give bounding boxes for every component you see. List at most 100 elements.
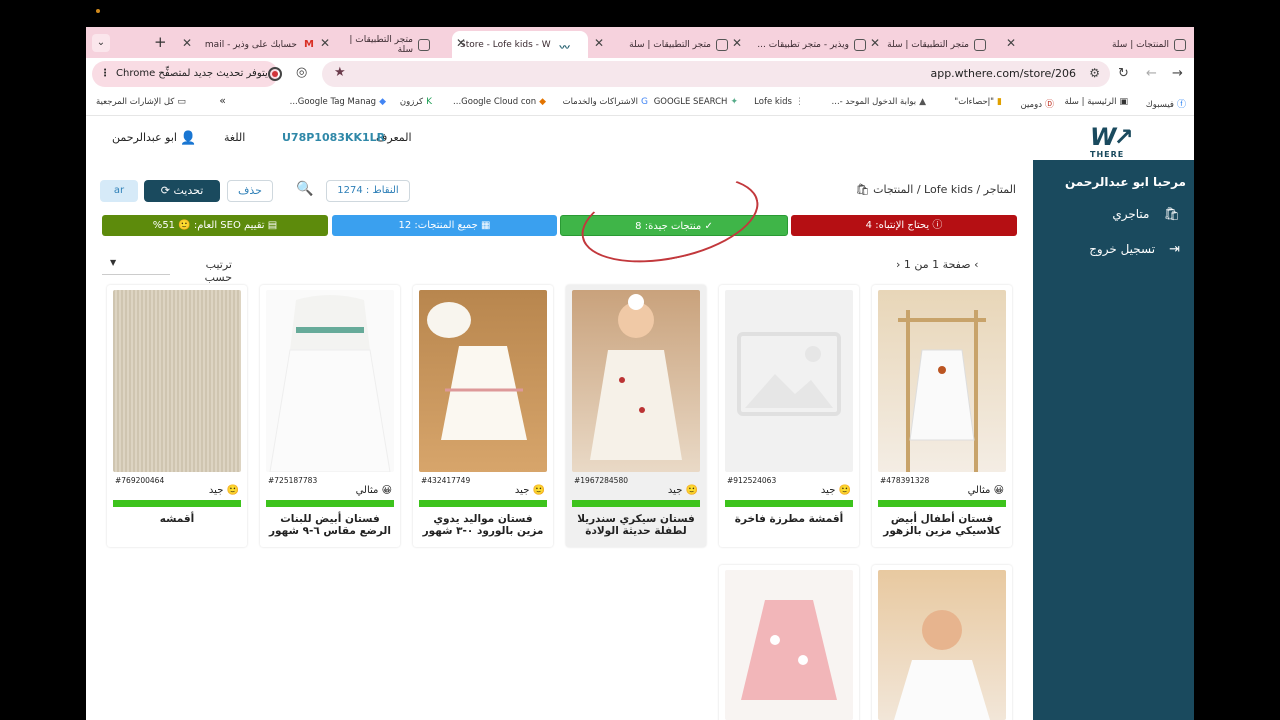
sidebar-item-my-stores[interactable]: 🛍متاجري xyxy=(1112,207,1180,222)
close-tab-icon[interactable]: ✕ xyxy=(732,36,742,50)
url-text: app.wthere.com/store/206 xyxy=(930,67,1076,80)
user-menu[interactable]: 👤 xyxy=(180,131,196,146)
bag-icon: 🛍 xyxy=(1163,207,1180,222)
lang-button[interactable]: ar xyxy=(100,180,138,202)
product-name: أقمشه xyxy=(159,513,195,525)
product-score-bar xyxy=(419,500,547,507)
bookmark[interactable]: ✦GOOGLE SEARCH xyxy=(654,97,738,107)
browser-window: ⌄ + المنتجات | سلة ✕ متجر التطبيقات | سل… xyxy=(86,27,1194,720)
tab-search-button[interactable]: ⌄ xyxy=(92,34,110,52)
facebook-icon: ⓕ xyxy=(1176,100,1186,110)
product-image xyxy=(113,290,241,472)
tab[interactable]: متجر التطبيقات | سلة xyxy=(334,31,430,58)
product-card[interactable]: #769200464 🙂 جيد أقمشه xyxy=(107,285,247,547)
product-card[interactable]: #478391328 😀 مثالي فستان أطفال أبيض كلاس… xyxy=(872,285,1012,547)
product-score-bar xyxy=(725,500,853,507)
refresh-icon: ⟳ xyxy=(160,184,170,197)
annotation-circle xyxy=(573,161,767,277)
next-page-icon[interactable]: › xyxy=(974,258,978,271)
tab[interactable]: متجر التطبيقات | سلة xyxy=(874,31,1002,58)
store-icon xyxy=(854,38,866,51)
product-score-bar xyxy=(266,500,394,507)
close-tab-icon[interactable]: ✕ xyxy=(870,36,880,50)
needs-attention-filter[interactable]: ⓘ يحتاج الإنتباه: 4 xyxy=(791,215,1017,236)
store-icon xyxy=(974,38,986,51)
close-tab-icon[interactable]: ✕ xyxy=(1006,36,1016,50)
product-card[interactable] xyxy=(872,565,1012,720)
all-products-filter[interactable]: ▦ جميع المنتجات: 12 xyxy=(332,215,557,236)
spark-icon: ✦ xyxy=(730,97,738,107)
product-grade: 🙂 جيد xyxy=(820,485,851,496)
bookmark[interactable]: Kكرزون xyxy=(400,97,432,107)
store-icon xyxy=(1174,38,1186,51)
tab[interactable]: M حسابك على وذير - mail xyxy=(202,31,314,58)
close-tab-icon[interactable]: ✕ xyxy=(182,36,192,50)
extension-icon[interactable]: ◎ xyxy=(296,65,307,80)
sidebar-item-logout[interactable]: ⇥تسجيل خروج xyxy=(1089,242,1180,257)
more-bookmarks-icon[interactable]: » xyxy=(219,94,226,107)
product-name: فستان مواليد يدوي مزين بالورود ٠-٣ شهور xyxy=(422,513,544,537)
tab[interactable]: ويذير - متجر تطبيقات ... xyxy=(746,31,866,58)
product-score-bar xyxy=(113,500,241,507)
gmail-icon: M xyxy=(304,38,314,50)
bookmark[interactable]: ▲بوابة الدخول الموحد -... xyxy=(832,97,926,107)
bag-icon: 🛍 xyxy=(855,183,870,196)
chrome-update-chip[interactable]: ⋮ يتوفر تحديث جديد لمتصفِّح Chrome xyxy=(92,61,278,87)
product-card[interactable]: #912524063 🙂 جيد أقمشة مطرزة فاخرة xyxy=(719,285,859,547)
reload-icon[interactable]: ↻ xyxy=(1118,66,1129,81)
delete-button[interactable]: حذف xyxy=(227,180,273,202)
product-card[interactable]: #1967284580 🙂 جيد فستان سيكري سندريلا لط… xyxy=(566,285,706,547)
breadcrumb[interactable]: المتاجر / Lofe kids / المنتجات 🛍 xyxy=(856,183,1016,196)
prev-page-icon[interactable]: ‹ xyxy=(896,258,900,271)
bookmark[interactable]: ◆Google Cloud con... xyxy=(453,97,546,107)
product-card[interactable] xyxy=(719,565,859,720)
product-grade: 😀 مثالي xyxy=(355,485,392,496)
logo-mark-icon: W↗ xyxy=(1090,123,1134,151)
product-grade: 🙂 جيد xyxy=(514,485,545,496)
bookmark-star-icon[interactable]: ★ xyxy=(334,65,346,80)
user-icon: 👤 xyxy=(180,131,197,146)
tab[interactable]: متجر التطبيقات | سلة xyxy=(608,31,728,58)
back-icon[interactable]: → xyxy=(1172,66,1183,81)
bookmark[interactable]: Ⓓدومين xyxy=(1021,97,1055,110)
product-grade: 😀 مثالي xyxy=(967,485,1004,496)
user-name[interactable]: ابو عبدالرحمن xyxy=(112,131,177,144)
close-tab-icon[interactable]: ✕ xyxy=(456,36,466,50)
domain-icon: Ⓓ xyxy=(1044,100,1054,110)
refresh-button[interactable]: تحديث ⟳ xyxy=(144,180,220,202)
bookmark[interactable]: ⋮Lofe kids xyxy=(754,97,804,107)
product-name: أقمشة مطرزة فاخرة xyxy=(734,513,844,525)
product-image xyxy=(419,290,547,472)
forward-icon[interactable]: ← xyxy=(1146,66,1157,81)
bookmark[interactable]: ▮"إحصاءات" xyxy=(954,97,1002,107)
product-card[interactable]: #725187783 😀 مثالي فستان أبيض للبنات الر… xyxy=(260,285,400,547)
tag-manager-icon: ◆ xyxy=(379,97,386,107)
tab-active[interactable]: 〰 Store - Lofe kids - W xyxy=(452,31,588,58)
karzoun-icon: K xyxy=(426,97,432,107)
close-tab-icon[interactable]: ✕ xyxy=(594,36,604,50)
bookmark[interactable]: Gالاشتراكات والخدمات xyxy=(563,97,648,107)
wthere-logo[interactable]: W↗ THERE xyxy=(1086,121,1142,161)
stats-icon: ▮ xyxy=(997,97,1002,107)
address-bar[interactable]: ★ app.wthere.com/store/206 ⚙ xyxy=(322,61,1110,87)
bookmark[interactable]: ⓕفيسبوك xyxy=(1146,97,1186,110)
product-sku: #769200464 xyxy=(115,476,165,485)
product-image xyxy=(266,290,394,472)
product-sku: #1967284580 xyxy=(574,476,629,485)
close-tab-icon[interactable]: ✕ xyxy=(320,36,330,50)
bookmark[interactable]: ◆Google Tag Manag... xyxy=(290,97,386,107)
record-extension-icon[interactable] xyxy=(268,67,282,81)
product-card[interactable]: #432417749 🙂 جيد فستان مواليد يدوي مزين … xyxy=(413,285,553,547)
product-name: فستان أبيض للبنات الرضع مقاس ٦-٩ شهور xyxy=(269,513,391,537)
site-info-icon[interactable]: ⚙ xyxy=(1089,66,1100,80)
product-grade: 🙂 جيد xyxy=(208,485,239,496)
tab[interactable]: المنتجات | سلة xyxy=(1006,31,1186,58)
app-header xyxy=(86,116,1194,160)
new-tab-button[interactable]: + xyxy=(154,33,167,51)
logo-text: THERE xyxy=(1090,150,1125,159)
search-icon[interactable]: 🔍 xyxy=(296,181,313,197)
bookmark[interactable]: ▣الرئيسية | سلة xyxy=(1064,97,1128,107)
all-bookmarks[interactable]: ▭كل الإشارات المرجعية xyxy=(96,97,186,107)
language-menu[interactable]: اللغة xyxy=(224,131,245,144)
points-badge: النقاط : 1274 xyxy=(326,180,410,202)
